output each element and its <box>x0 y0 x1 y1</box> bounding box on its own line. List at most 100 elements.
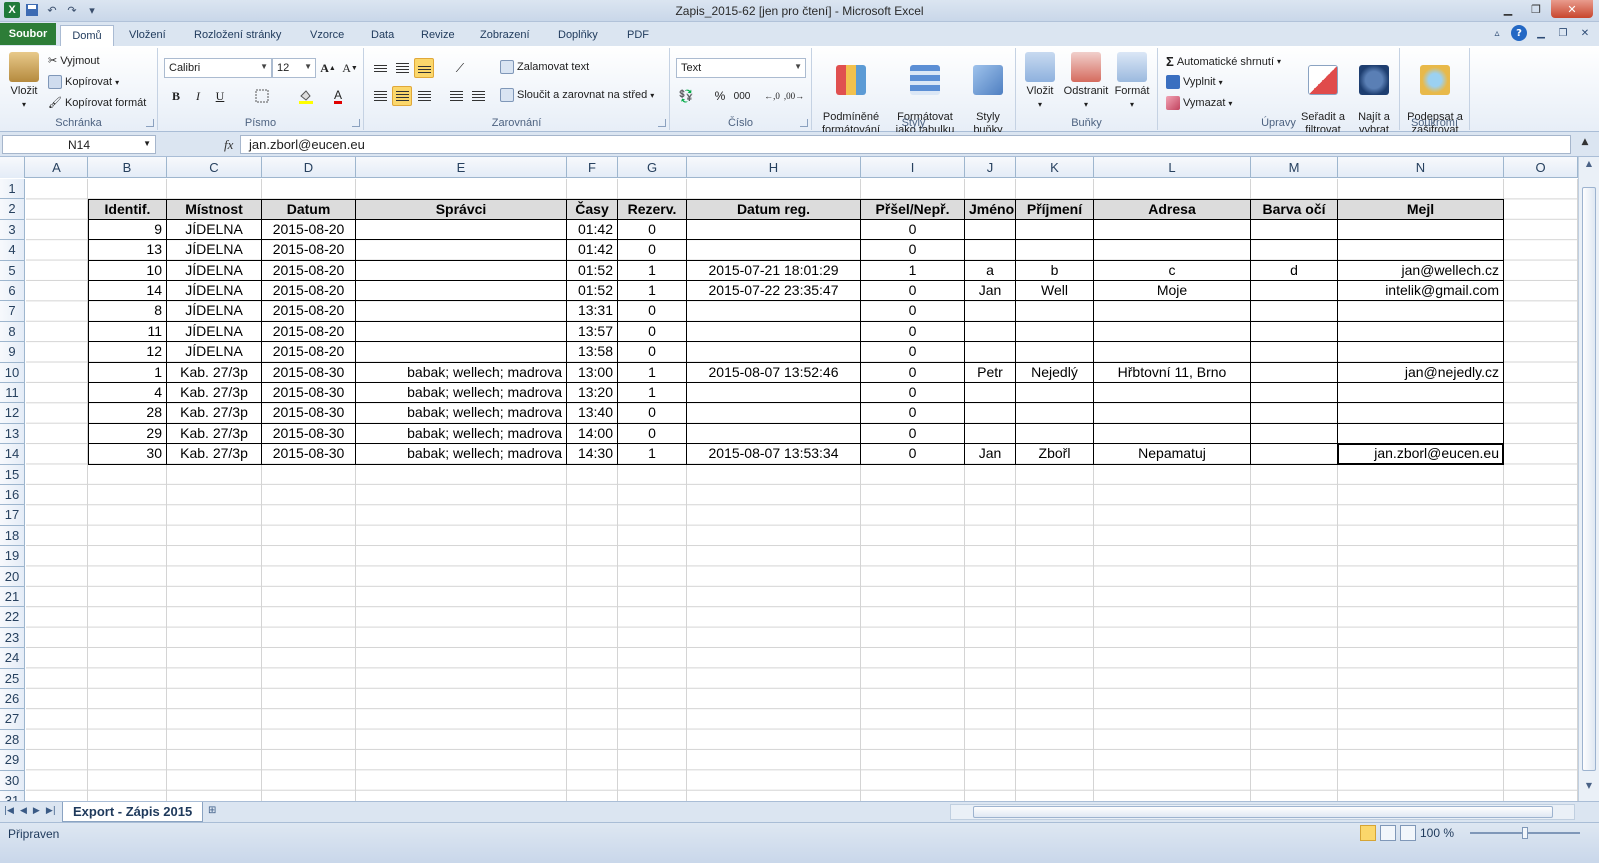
table-cell[interactable]: 2015-08-20 <box>262 301 356 322</box>
row-header[interactable]: 24 <box>0 648 25 669</box>
help-icon[interactable]: ? <box>1511 25 1527 41</box>
horizontal-scroll-thumb[interactable] <box>973 806 1553 818</box>
tab-home[interactable]: Domů <box>60 25 114 46</box>
table-cell[interactable] <box>1338 383 1504 404</box>
table-cell[interactable] <box>1251 321 1338 343</box>
table-cell[interactable]: Kab. 27/3p <box>167 403 262 424</box>
table-cell[interactable] <box>1338 301 1504 322</box>
row-header[interactable]: 21 <box>0 587 25 608</box>
shrink-font-icon[interactable]: A ▼ <box>340 58 360 78</box>
copy-button[interactable]: Kopírovat ▾ <box>48 75 119 89</box>
column-header[interactable]: C <box>167 157 262 178</box>
table-cell[interactable] <box>1251 383 1338 404</box>
row-header[interactable]: 28 <box>0 729 25 751</box>
table-cell[interactable] <box>1094 383 1251 404</box>
table-cell[interactable]: 0 <box>618 219 687 241</box>
table-cell[interactable] <box>1338 240 1504 261</box>
table-cell[interactable]: 0 <box>618 240 687 261</box>
zoom-slider[interactable] <box>1470 827 1580 839</box>
underline-button[interactable]: U <box>210 86 230 106</box>
paste-button[interactable]: Vložit ▾ <box>6 52 42 111</box>
table-cell[interactable]: 01:42 <box>567 219 618 241</box>
table-cell[interactable]: 2015-08-30 <box>262 403 356 424</box>
table-cell[interactable] <box>1338 321 1504 343</box>
table-cell[interactable]: Hřbtovní 11, Brno <box>1094 362 1251 383</box>
table-cell[interactable]: Zbořl <box>1016 444 1094 465</box>
scroll-up-icon[interactable]: ▲ <box>1581 159 1597 175</box>
name-box[interactable]: N14 ▼ <box>2 135 156 154</box>
column-header[interactable]: G <box>618 157 687 178</box>
table-cell[interactable]: JÍDELNA <box>167 281 262 302</box>
table-cell[interactable]: JÍDELNA <box>167 219 262 241</box>
table-cell[interactable]: 0 <box>618 342 687 363</box>
table-cell[interactable]: d <box>1251 260 1338 281</box>
table-cell[interactable]: 14:00 <box>567 423 618 445</box>
tab-formulas[interactable]: Vzorce <box>310 25 344 46</box>
vertical-scrollbar[interactable]: ▲ ▼ <box>1578 157 1599 801</box>
table-cell[interactable]: 0 <box>861 342 965 363</box>
row-header[interactable]: 11 <box>0 383 25 404</box>
table-cell[interactable]: 12 <box>88 342 167 363</box>
table-cell[interactable] <box>356 240 567 261</box>
table-cell[interactable]: 0 <box>861 301 965 322</box>
cut-button[interactable]: ✂ Vyjmout <box>48 54 100 68</box>
row-header[interactable]: 3 <box>0 219 25 241</box>
table-cell[interactable]: 1 <box>861 260 965 281</box>
column-header[interactable]: O <box>1504 157 1578 178</box>
table-cell[interactable] <box>1094 423 1251 445</box>
merge-center-button[interactable]: Sloučit a zarovnat na střed ▾ <box>500 88 654 102</box>
table-cell[interactable] <box>1016 342 1094 363</box>
table-cell[interactable]: 2015-08-30 <box>262 423 356 445</box>
align-top-icon[interactable] <box>370 58 390 78</box>
table-header-cell[interactable]: Příjmení <box>1016 199 1094 220</box>
table-cell[interactable]: Nepamatuj <box>1094 444 1251 465</box>
tab-data[interactable]: Data <box>371 25 394 46</box>
table-cell[interactable]: babak; wellech; madrova <box>356 362 567 383</box>
table-cell[interactable] <box>1251 240 1338 261</box>
table-cell[interactable] <box>965 342 1016 363</box>
row-header[interactable]: 30 <box>0 770 25 791</box>
table-cell[interactable] <box>1094 321 1251 343</box>
table-cell[interactable]: 13:20 <box>567 383 618 404</box>
table-header-cell[interactable]: Místnost <box>167 199 262 220</box>
table-cell[interactable]: intelik@gmail.com <box>1338 281 1504 302</box>
table-cell[interactable]: jan@nejedly.cz <box>1338 362 1504 383</box>
table-cell[interactable] <box>965 301 1016 322</box>
table-cell[interactable] <box>965 321 1016 343</box>
table-cell[interactable]: Petr <box>965 362 1016 383</box>
table-cell[interactable] <box>356 281 567 302</box>
minimize-icon[interactable]: ▁ <box>1495 0 1521 18</box>
table-cell[interactable]: 30 <box>88 444 167 465</box>
table-cell[interactable]: 2015-08-20 <box>262 260 356 281</box>
tab-page-layout[interactable]: Rozložení stránky <box>194 25 281 46</box>
row-header[interactable]: 4 <box>0 240 25 261</box>
table-cell[interactable]: Kab. 27/3p <box>167 444 262 465</box>
font-color-icon[interactable]: A <box>328 86 348 106</box>
table-cell[interactable]: 0 <box>861 362 965 383</box>
font-launcher-icon[interactable] <box>352 119 360 127</box>
horizontal-scrollbar[interactable] <box>950 804 1575 820</box>
doc-restore-icon[interactable]: ❐ <box>1555 25 1571 41</box>
table-cell[interactable]: 29 <box>88 423 167 445</box>
tab-insert[interactable]: Vložení <box>129 25 166 46</box>
fill-color-icon[interactable] <box>296 86 316 106</box>
table-cell[interactable]: 0 <box>618 301 687 322</box>
table-cell[interactable]: 2015-08-07 13:53:34 <box>687 444 861 465</box>
table-cell[interactable] <box>1338 423 1504 445</box>
row-header[interactable]: 16 <box>0 485 25 506</box>
tab-view[interactable]: Zobrazení <box>480 25 530 46</box>
row-header[interactable]: 13 <box>0 423 25 445</box>
table-cell[interactable]: babak; wellech; madrova <box>356 423 567 445</box>
table-cell[interactable]: 01:52 <box>567 281 618 302</box>
column-header[interactable]: N <box>1338 157 1504 178</box>
table-header-cell[interactable]: Barva očí <box>1251 199 1338 220</box>
table-header-cell[interactable]: Časy <box>567 199 618 220</box>
row-header[interactable]: 7 <box>0 301 25 322</box>
doc-minimize-icon[interactable]: ▁ <box>1533 25 1549 41</box>
table-cell[interactable] <box>1016 321 1094 343</box>
insert-sheet-icon[interactable]: ⊞ <box>208 805 228 819</box>
table-cell[interactable]: 13:58 <box>567 342 618 363</box>
prev-sheet-icon[interactable]: ◀ <box>20 806 27 816</box>
table-cell[interactable]: 13:57 <box>567 321 618 343</box>
table-cell[interactable]: 0 <box>861 219 965 241</box>
